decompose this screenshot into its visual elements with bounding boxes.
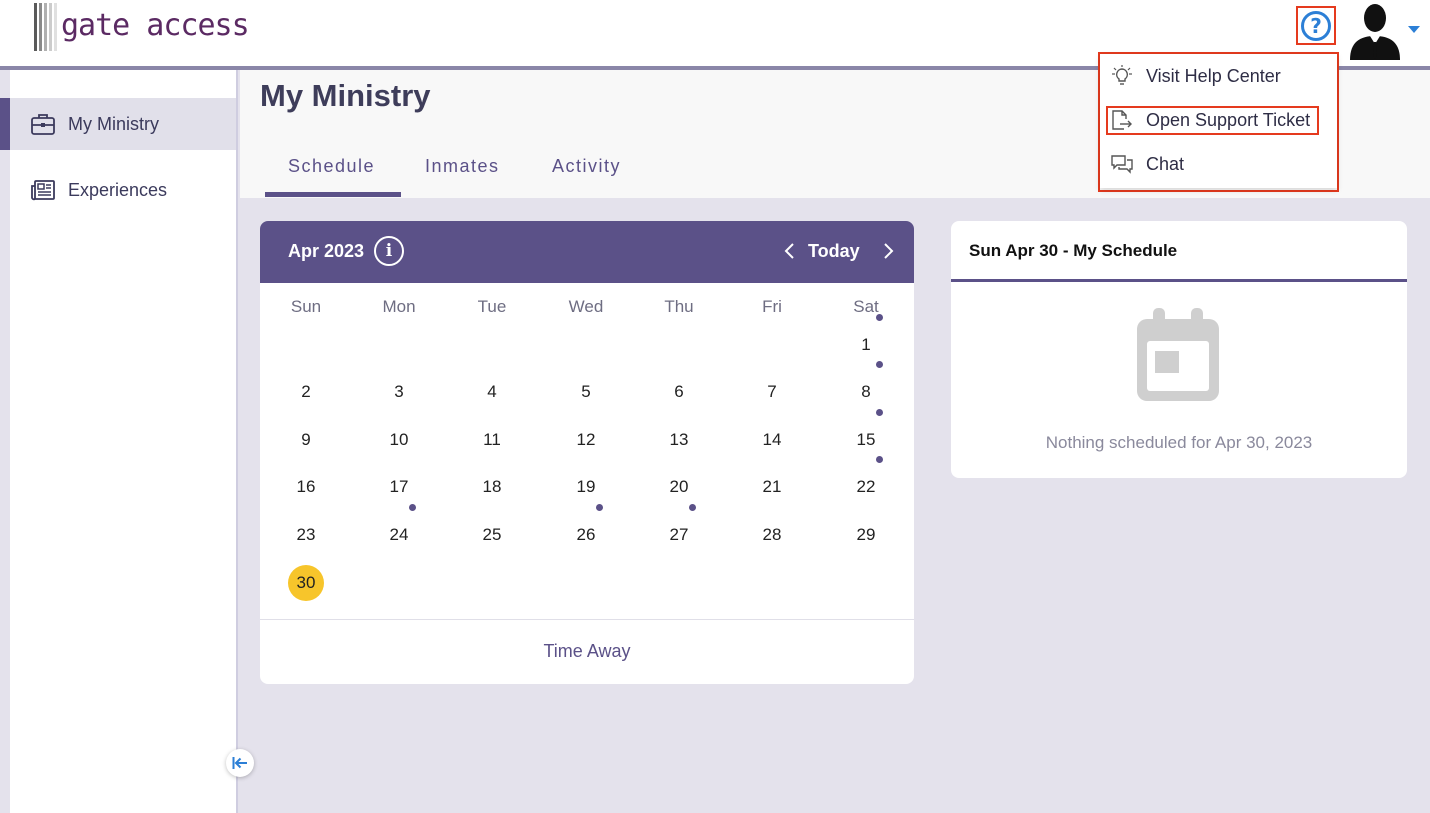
calendar-day-23[interactable]: 23 [288,517,324,553]
event-indicator-dot [876,409,883,416]
calendar-day-27[interactable]: 27 [661,517,697,553]
avatar-dropdown-caret-icon[interactable] [1408,26,1420,33]
logo-bar [44,3,47,51]
weekday-header-sun: Sun [290,297,322,316]
weekday-header-fri: Fri [762,297,782,316]
calendar-day-20[interactable]: 20 [661,469,697,505]
weekday-header-thu: Thu [664,297,694,316]
calendar-day-24[interactable]: 24 [381,517,417,553]
calendar-day-21[interactable]: 21 [754,469,790,505]
help-button[interactable]: ? [1296,6,1336,45]
sidebar-item-label: Experiences [68,179,168,200]
tab-schedule[interactable]: Schedule [288,156,375,177]
calendar-day-22[interactable]: 22 [848,469,884,505]
calendar-day-11[interactable]: 11 [474,422,510,458]
next-month-icon[interactable] [878,239,898,263]
calendar-card: Apr 2023 i Today Sun Mon Tue Wed Thu Fri Sat 1 2… [260,221,914,684]
calendar-day-16[interactable]: 16 [288,469,324,505]
logo-bar [39,3,42,51]
weekday-header-mon: Mon [382,297,416,316]
weekday-header-wed: Wed [568,297,604,316]
gate-access-logo[interactable]: gate access [34,2,250,52]
sidebar-item-experiences[interactable]: Experiences [0,164,236,216]
calendar-day-28[interactable]: 28 [754,517,790,553]
weekday-header-sat: Sat [853,297,879,316]
calendar-day-10[interactable]: 10 [381,422,417,458]
logo-bar [34,3,37,51]
help-menu-item-visit-help-center[interactable]: Visit Help Center [1100,56,1337,96]
previous-month-icon[interactable] [780,239,800,263]
calendar-day-13[interactable]: 13 [661,422,697,458]
schedule-divider [951,279,1407,282]
tab-inmates[interactable]: Inmates [425,156,500,177]
newspaper-icon [31,180,55,201]
logo-text: gate access [61,7,250,43]
logo-bar [49,3,52,51]
time-away-link[interactable]: Time Away [260,641,914,662]
calendar-day-4[interactable]: 4 [474,374,510,410]
calendar-day-19[interactable]: 19 [568,469,604,505]
calendar-day-9[interactable]: 9 [288,422,324,458]
event-indicator-dot [689,504,696,511]
chat-icon [1111,155,1133,174]
event-indicator-dot [409,504,416,511]
page-title: My Ministry [260,78,431,113]
logo-bar [54,3,57,51]
calendar-header: Apr 2023 i Today [260,221,914,283]
event-indicator-dot [876,456,883,463]
calendar-day-29[interactable]: 29 [848,517,884,553]
active-tab-indicator [265,192,401,197]
calendar-month-label: Apr 2023 [288,241,365,261]
calendar-day-6[interactable]: 6 [661,374,697,410]
collapse-sidebar-button[interactable] [226,749,254,777]
event-indicator-dot [876,361,883,368]
calendar-day-1[interactable]: 1 [848,327,884,363]
calendar-day-18[interactable]: 18 [474,469,510,505]
calendar-icon [1137,308,1219,401]
sidebar-item-my-ministry[interactable]: My Ministry [0,98,236,150]
help-menu-item-label: Visit Help Center [1146,65,1281,86]
event-indicator-dot [596,504,603,511]
event-indicator-dot [876,314,883,321]
logo-bars [34,3,59,51]
sidebar-item-label: My Ministry [68,113,159,134]
calendar-day-5[interactable]: 5 [568,374,604,410]
calendar-day-30[interactable]: 30 [288,565,324,601]
help-menu-item-chat[interactable]: Chat [1100,144,1337,184]
sidebar: My Ministry Experiences [0,70,238,813]
schedule-card: Sun Apr 30 - My Schedule Nothing schedul… [951,221,1407,478]
calendar-day-12[interactable]: 12 [568,422,604,458]
collapse-arrow-icon [232,757,247,769]
user-avatar[interactable] [1346,0,1404,60]
info-icon[interactable]: i [374,236,404,266]
schedule-title: Sun Apr 30 - My Schedule [969,241,1178,260]
calendar-day-7[interactable]: 7 [754,374,790,410]
calendar-day-15[interactable]: 15 [848,422,884,458]
weekday-header-tue: Tue [477,297,507,316]
calendar-divider [260,619,914,620]
help-icon: ? [1301,10,1331,41]
calendar-day-26[interactable]: 26 [568,517,604,553]
help-menu-item-label: Chat [1146,153,1185,174]
calendar-day-14[interactable]: 14 [754,422,790,458]
support-ticket-highlight [1106,106,1319,135]
calendar-day-25[interactable]: 25 [474,517,510,553]
calendar-day-8[interactable]: 8 [848,374,884,410]
today-button[interactable]: Today [808,241,860,262]
calendar-day-17[interactable]: 17 [381,469,417,505]
lightbulb-icon [1112,65,1132,85]
calendar-day-3[interactable]: 3 [381,374,417,410]
calendar-day-2[interactable]: 2 [288,374,324,410]
briefcase-icon [31,114,55,135]
empty-schedule-message: Nothing scheduled for Apr 30, 2023 [1045,433,1313,452]
tab-activity[interactable]: Activity [552,156,621,177]
